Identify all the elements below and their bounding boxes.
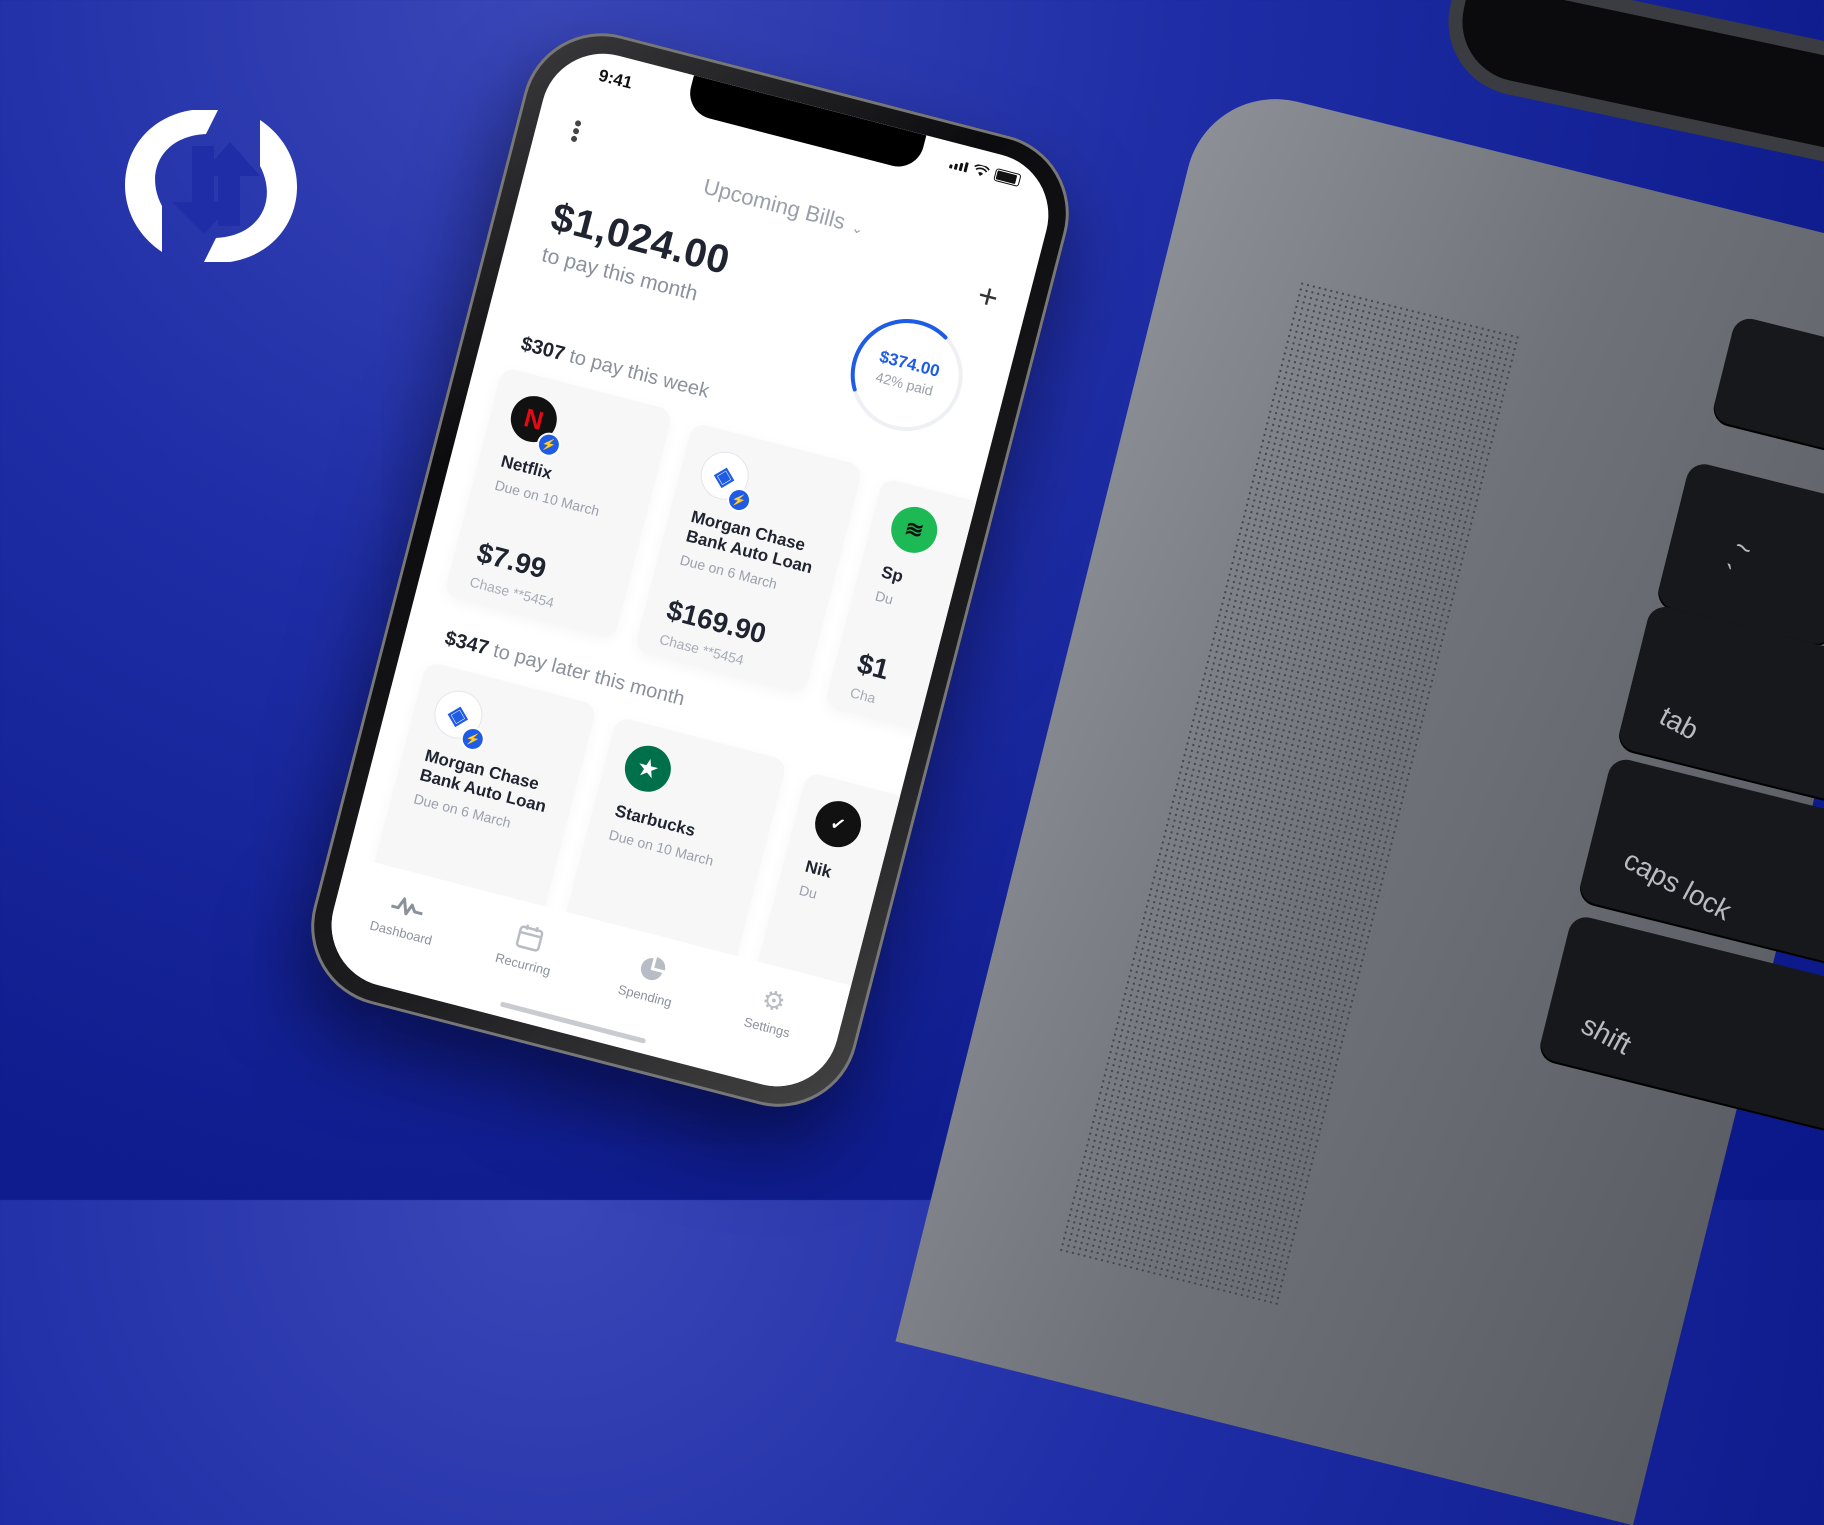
activity-icon xyxy=(391,897,423,916)
starbucks-logo-icon: ★ xyxy=(619,740,676,797)
status-icons xyxy=(949,156,1022,188)
add-bill-button[interactable]: + xyxy=(973,276,1003,319)
week-amount: $307 xyxy=(518,332,568,366)
tab-label: Dashboard xyxy=(368,917,434,948)
bill-due: Du xyxy=(797,881,819,902)
key-label: tab xyxy=(1654,700,1704,746)
bill-due: Du xyxy=(873,587,895,608)
signal-icon xyxy=(949,158,969,173)
tab-label: Settings xyxy=(742,1014,792,1041)
wifi-icon xyxy=(974,163,990,176)
status-bar: 9:41 xyxy=(549,48,1060,207)
bill-account: Cha xyxy=(848,684,878,707)
refresh-arrows-icon xyxy=(124,110,298,262)
page-title: Upcoming Bills xyxy=(700,173,849,235)
plus-icon: + xyxy=(973,276,1003,318)
bill-card-netflix[interactable]: N ⚡ Netflix Due on 10 March $7.99 Chase … xyxy=(443,366,674,640)
phone: 9:41 • • • Upcoming Bills ⌄ + $1,024.00 to … xyxy=(293,15,1087,1125)
status-time: 9:41 xyxy=(596,65,635,93)
spotify-logo-icon: ≋ xyxy=(886,501,943,558)
laptop-lid xyxy=(1451,0,1824,156)
phone-screen: 9:41 • • • Upcoming Bills ⌄ + $1,024.00 to … xyxy=(318,40,1062,1100)
laptop: ~ ` tab caps lock shift xyxy=(895,0,1824,1525)
key-label: ~ ` xyxy=(1713,530,1758,591)
later-amount: $347 xyxy=(442,627,492,660)
bill-amount: $1 xyxy=(854,647,893,686)
nike-logo-icon: ✓ xyxy=(810,796,867,853)
tab-label: Spending xyxy=(616,981,674,1010)
gear-icon: ⚙ xyxy=(758,983,789,1019)
pie-chart-icon xyxy=(640,957,666,981)
tab-label: Recurring xyxy=(493,949,553,979)
key-label: caps lock xyxy=(1618,843,1737,927)
key-label: shift xyxy=(1576,1008,1637,1061)
bill-card-chase[interactable]: ◈ ⚡ Morgan Chase Bank Auto Loan Due on 6… xyxy=(634,422,864,695)
calendar-icon xyxy=(515,924,544,952)
battery-icon xyxy=(993,167,1022,188)
chevron-down-icon: ⌄ xyxy=(850,218,866,238)
